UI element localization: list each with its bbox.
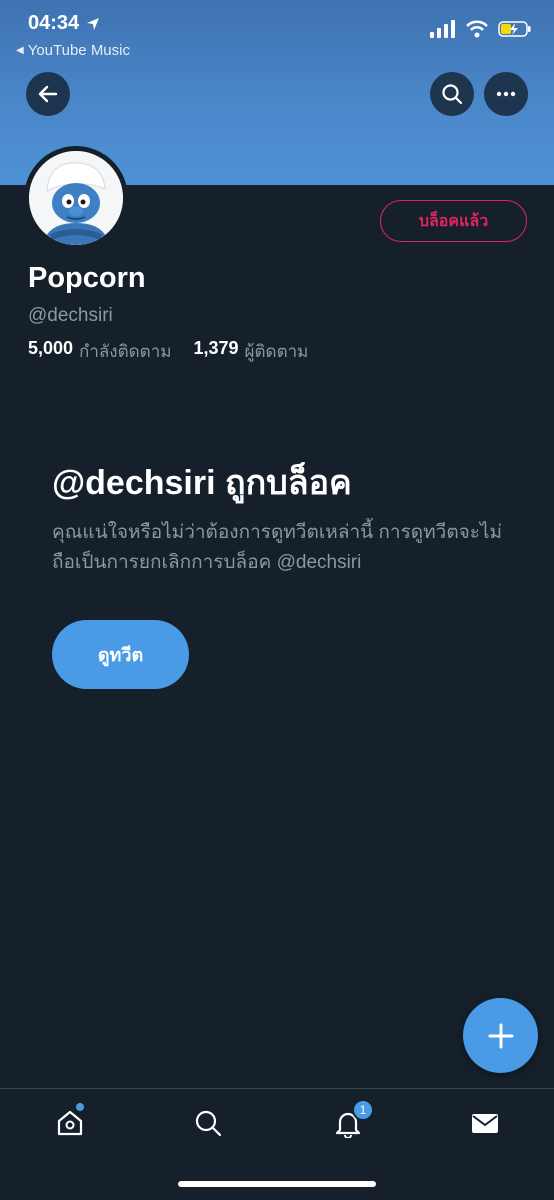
home-indicator — [178, 1181, 376, 1187]
blocked-description: คุณแน่ใจหรือไม่ว่าต้องการดูทวีตเหล่านี้ … — [52, 522, 503, 573]
wifi-icon — [466, 20, 488, 38]
cellular-signal-icon — [430, 20, 455, 38]
back-button[interactable] — [26, 72, 70, 116]
blocked-button[interactable]: บล็อคแล้ว — [380, 200, 527, 242]
search-icon — [195, 1110, 222, 1137]
profile-name: Popcorn — [28, 262, 146, 294]
avatar-image — [29, 151, 123, 245]
followers-label[interactable]: ผู้ติดตาม — [245, 338, 309, 365]
view-tweets-button[interactable]: ดูทวีต — [52, 620, 189, 689]
tab-home[interactable] — [52, 1103, 88, 1141]
arrow-left-icon — [38, 85, 58, 103]
search-icon — [442, 84, 463, 105]
battery-charging-icon — [498, 21, 531, 37]
follow-stats: 5,000 กำลังติดตาม 1,379 ผู้ติดตาม — [28, 338, 308, 365]
status-indicators — [430, 20, 532, 38]
tab-search[interactable] — [190, 1105, 226, 1141]
more-options-button[interactable] — [484, 72, 528, 116]
mail-icon — [472, 1114, 498, 1133]
tab-messages[interactable] — [467, 1105, 503, 1141]
followers-count[interactable]: 1,379 — [193, 338, 238, 365]
more-horizontal-icon — [496, 91, 516, 97]
home-icon — [57, 1110, 83, 1136]
status-time: 04:34 — [28, 12, 101, 35]
avatar[interactable] — [24, 146, 128, 250]
back-app-label: YouTube Music — [27, 42, 130, 59]
plus-icon — [488, 1023, 513, 1048]
notification-badge: 1 — [352, 1099, 374, 1121]
back-to-app-link[interactable]: ◀ YouTube Music — [16, 42, 130, 59]
search-button[interactable] — [430, 72, 474, 116]
home-new-dot — [76, 1103, 84, 1111]
location-arrow-icon — [87, 17, 100, 30]
smurf-avatar-icon — [29, 151, 123, 245]
blocked-title: @dechsiri ถูกบล็อค — [52, 464, 352, 502]
back-triangle-icon: ◀ — [16, 45, 24, 56]
time-text: 04:34 — [28, 12, 80, 34]
following-label[interactable]: กำลังติดตาม — [79, 338, 171, 365]
compose-tweet-button[interactable] — [463, 998, 538, 1073]
profile-handle: @dechsiri — [28, 305, 113, 326]
tab-notifications[interactable]: 1 — [330, 1099, 374, 1141]
following-count[interactable]: 5,000 — [28, 338, 73, 365]
